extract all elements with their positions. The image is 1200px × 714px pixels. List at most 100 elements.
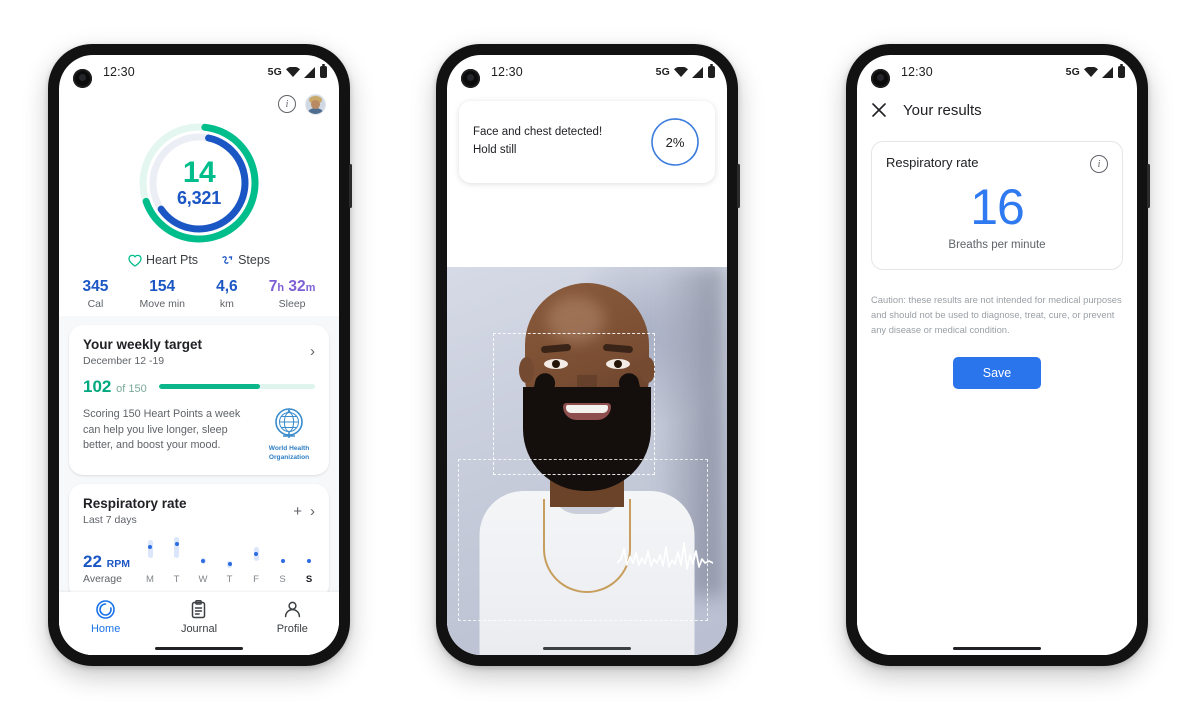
detection-message-line1: Face and chest detected! bbox=[473, 126, 603, 139]
nav-item-profile-label: Profile bbox=[276, 623, 308, 635]
phone-measurement-screen: 12:30 5G Face and chest detected! Hold s… bbox=[436, 44, 740, 666]
network-label: 5G bbox=[1065, 66, 1080, 78]
detection-status-card: Face and chest detected! Hold still 2% bbox=[459, 101, 715, 183]
bottom-navigation: Home Journal Profile bbox=[59, 592, 339, 655]
who-logo-line1: World Health bbox=[268, 444, 310, 452]
network-label: 5G bbox=[655, 66, 670, 78]
respiratory-chart-point[interactable]: T bbox=[171, 533, 183, 585]
respiratory-rate-card[interactable]: Respiratory rate Last 7 days + › 22 RPM … bbox=[69, 484, 329, 600]
signal-icon bbox=[1102, 66, 1113, 78]
info-icon[interactable]: i bbox=[1090, 155, 1108, 173]
respiratory-chart-point[interactable]: T bbox=[224, 533, 236, 585]
home-indicator[interactable] bbox=[543, 647, 631, 650]
status-bar: 12:30 5G bbox=[59, 55, 339, 89]
stat-move-min-value: 154 bbox=[149, 278, 176, 295]
respiratory-subtitle: Last 7 days bbox=[83, 514, 137, 527]
axis-label: F bbox=[253, 574, 259, 586]
stat-cal[interactable]: 345 Cal bbox=[83, 278, 109, 310]
axis-label: S bbox=[305, 574, 313, 586]
close-icon[interactable] bbox=[871, 102, 887, 118]
data-point bbox=[307, 559, 311, 564]
nav-item-profile[interactable]: Profile bbox=[256, 599, 328, 635]
save-button[interactable]: Save bbox=[952, 357, 1042, 390]
result-title: Respiratory rate bbox=[886, 155, 979, 170]
nav-item-home[interactable]: Home bbox=[70, 599, 142, 635]
power-button[interactable] bbox=[1147, 164, 1150, 208]
respiratory-chart-point[interactable]: W bbox=[197, 533, 209, 585]
network-label: 5G bbox=[267, 66, 282, 78]
respiratory-chart-point[interactable]: M bbox=[144, 533, 156, 585]
front-camera-punch-hole bbox=[461, 69, 480, 88]
measurement-progress-ring: 2% bbox=[649, 116, 701, 168]
phone-results-screen: 12:30 5G Your results Respiratory rate i… bbox=[846, 44, 1150, 666]
nav-item-home-label: Home bbox=[90, 623, 121, 635]
steps-icon bbox=[222, 255, 233, 264]
stat-km[interactable]: 4,6 km bbox=[216, 278, 238, 310]
steps-value: 6,321 bbox=[176, 187, 222, 208]
respiratory-chart-point[interactable]: S bbox=[277, 533, 289, 585]
home-content: i 14 6,321 Heart Pts Steps 345 Cal 154 M… bbox=[59, 89, 339, 655]
status-time: 12:30 bbox=[491, 65, 523, 79]
power-button[interactable] bbox=[349, 164, 352, 208]
info-icon[interactable]: i bbox=[278, 95, 296, 113]
page-title: Your results bbox=[903, 101, 982, 119]
signal-icon bbox=[692, 66, 703, 78]
activity-rings[interactable]: 14 6,321 bbox=[135, 119, 263, 247]
battery-icon bbox=[708, 64, 715, 78]
wifi-icon bbox=[286, 67, 300, 77]
who-logo: World Health Organization bbox=[263, 407, 315, 462]
respiratory-chart-point[interactable]: S bbox=[303, 533, 315, 585]
stat-sleep-value: 7h 32m bbox=[268, 278, 316, 295]
camera-viewfinder[interactable] bbox=[447, 267, 727, 655]
battery-icon bbox=[1118, 64, 1125, 78]
stat-move-min[interactable]: 154 Move min bbox=[139, 278, 185, 310]
data-point bbox=[174, 541, 179, 546]
weekly-target-progress-text: 102 of 150 bbox=[83, 377, 147, 397]
front-camera-punch-hole bbox=[73, 69, 92, 88]
person-icon bbox=[284, 601, 300, 618]
status-bar: 12:30 5G bbox=[857, 55, 1137, 89]
axis-label: M bbox=[146, 574, 154, 586]
stat-km-label: km bbox=[219, 297, 234, 310]
weekly-target-card[interactable]: Your weekly target December 12 -19 › 102… bbox=[69, 324, 329, 476]
stat-move-min-label: Move min bbox=[139, 297, 185, 310]
result-value: 16 bbox=[970, 179, 1025, 235]
battery-icon bbox=[320, 64, 327, 78]
legend-heart-points: Heart Pts bbox=[128, 253, 198, 267]
weekly-target-description: Scoring 150 Heart Points a week can help… bbox=[83, 407, 241, 452]
weekly-target-title: Your weekly target bbox=[83, 336, 203, 352]
stats-row: 345 Cal 154 Move min 4,6 km 7h 32m Sleep bbox=[59, 278, 339, 310]
nav-item-journal[interactable]: Journal bbox=[163, 599, 235, 635]
respiratory-chart[interactable]: MTWTFSS bbox=[144, 533, 315, 585]
chevron-right-icon[interactable]: › bbox=[310, 344, 315, 359]
weekly-target-goal: of 150 bbox=[116, 382, 147, 395]
avatar[interactable] bbox=[306, 94, 325, 114]
nav-item-journal-label: Journal bbox=[180, 623, 218, 635]
results-content: Your results Respiratory rate i 16 Breat… bbox=[857, 89, 1137, 655]
chevron-right-icon[interactable]: › bbox=[310, 504, 315, 519]
weekly-target-date: December 12 -19 bbox=[83, 354, 165, 367]
stat-sleep-label: Sleep bbox=[278, 297, 306, 310]
data-point bbox=[280, 559, 285, 564]
respiratory-chart-point[interactable]: F bbox=[250, 533, 262, 585]
home-indicator[interactable] bbox=[953, 647, 1041, 650]
power-button[interactable] bbox=[737, 164, 740, 208]
respiratory-average-value: 22 RPM bbox=[83, 552, 130, 572]
status-time: 12:30 bbox=[901, 65, 933, 79]
plus-icon[interactable]: + bbox=[293, 504, 302, 519]
home-indicator[interactable] bbox=[155, 647, 243, 650]
stat-km-value: 4,6 bbox=[216, 278, 238, 295]
heart-icon bbox=[128, 254, 142, 267]
axis-label: W bbox=[198, 574, 208, 586]
home-rings-icon bbox=[96, 600, 115, 619]
stat-sleep[interactable]: 7h 32m Sleep bbox=[269, 278, 316, 310]
measurement-content: Face and chest detected! Hold still 2% bbox=[447, 89, 727, 655]
who-emblem-icon bbox=[275, 408, 303, 438]
progress-percent-label: 2% bbox=[665, 134, 685, 150]
front-camera-punch-hole bbox=[871, 69, 890, 88]
heart-points-value: 14 bbox=[182, 155, 216, 189]
legend-heart-points-label: Heart Pts bbox=[145, 253, 199, 267]
data-point bbox=[201, 559, 205, 564]
stat-cal-value: 345 bbox=[82, 278, 109, 295]
axis-label: T bbox=[226, 574, 233, 586]
